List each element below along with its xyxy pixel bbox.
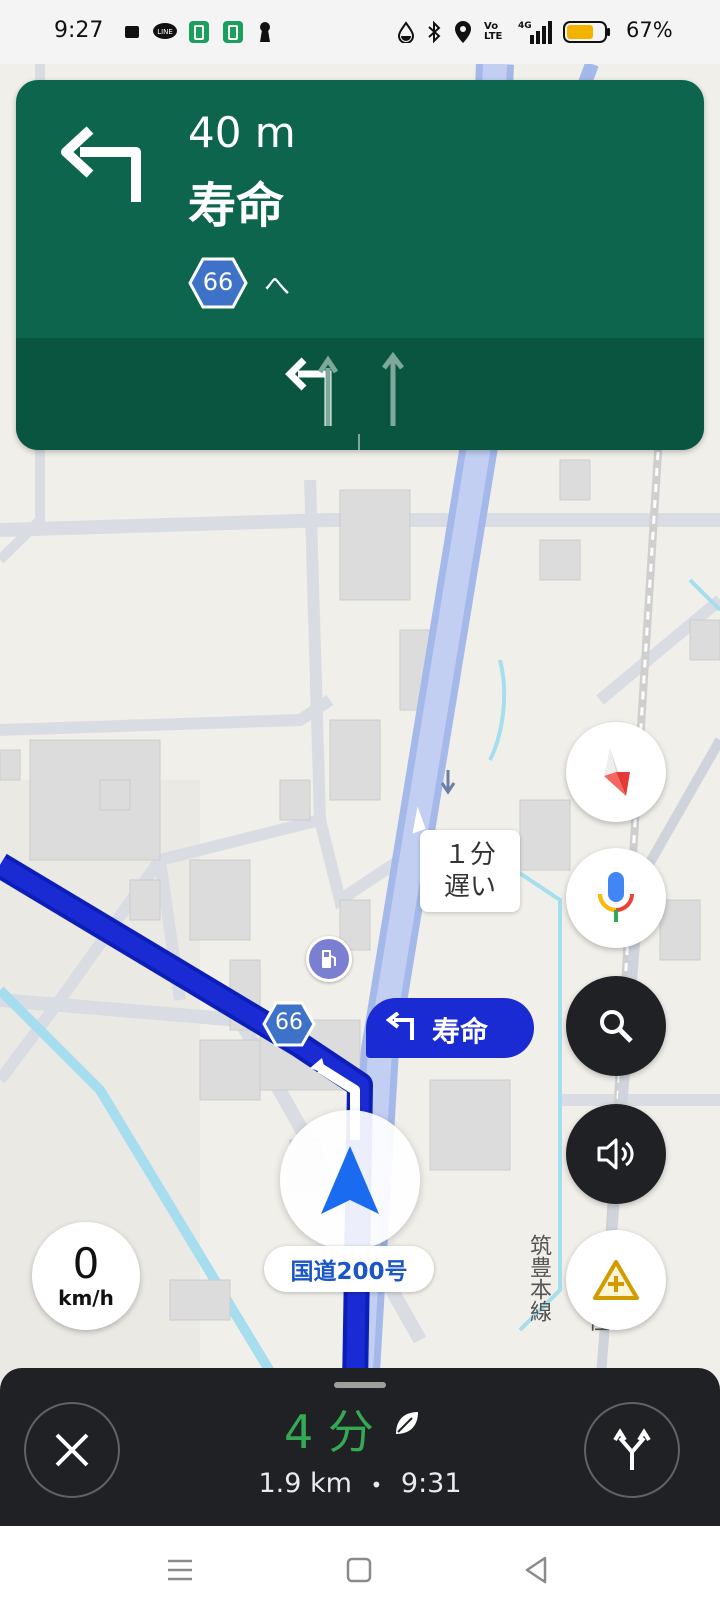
navigation-banner[interactable]: 40 m 寿命 66 へ xyxy=(16,80,704,450)
recent-apps-button[interactable] xyxy=(166,1558,194,1586)
compass-icon xyxy=(604,748,630,796)
sound-button[interactable] xyxy=(566,1104,666,1204)
trip-separator: • xyxy=(370,1473,383,1497)
volte-label: Vo LTE xyxy=(484,21,503,42)
trip-eta: 9:31 xyxy=(400,1468,462,1499)
delay-callout-line-2: 遅い xyxy=(443,872,496,902)
data-saver-icon xyxy=(396,18,416,46)
bluetooth-icon xyxy=(424,18,444,46)
route-shield-number: 66 xyxy=(202,268,234,296)
route-fork-icon xyxy=(613,1428,651,1470)
speedometer: 0 km/h xyxy=(32,1222,140,1330)
navigation-arrow-icon xyxy=(321,1146,379,1214)
app-notification-icon xyxy=(122,18,144,46)
delay-callout-line-1: １分 xyxy=(443,840,496,870)
volte-icon: Vo LTE xyxy=(484,18,508,46)
line-app-icon: LINE xyxy=(152,18,178,46)
battery-percent: 67% xyxy=(626,18,673,42)
close-icon xyxy=(55,1433,89,1467)
turn-street-name: 寿命 xyxy=(188,178,285,234)
battery-icon xyxy=(562,18,612,46)
add-report-icon xyxy=(593,1260,639,1300)
trip-distance: 1.9 km xyxy=(258,1468,352,1499)
lane-left-turn-icon xyxy=(284,348,340,432)
exit-navigation-button[interactable] xyxy=(24,1402,120,1498)
microphone-icon xyxy=(598,872,634,922)
report-incident-button[interactable] xyxy=(566,1230,666,1330)
keyhole-icon xyxy=(256,18,274,46)
svg-text:4G: 4G xyxy=(518,21,532,31)
route-direction-glyph: へ xyxy=(264,272,291,302)
trip-summary-panel[interactable]: 4 分 1.9 km • 9:31 xyxy=(0,1368,720,1526)
turn-distance: 40 m xyxy=(188,108,296,157)
search-icon xyxy=(600,1010,633,1043)
alternate-routes-button[interactable] xyxy=(584,1402,680,1498)
speed-unit: km/h xyxy=(58,1286,114,1310)
battery-app-icon xyxy=(188,18,210,46)
lane-divider xyxy=(358,434,360,450)
eco-leaf-icon xyxy=(392,1408,422,1442)
rail-label-chikuho: 筑豊本線 xyxy=(526,1234,551,1322)
current-location-marker xyxy=(280,1110,420,1250)
voice-search-button[interactable] xyxy=(566,848,666,948)
turn-label-chip[interactable]: 寿命 xyxy=(366,998,534,1058)
map-route-shield: 66 xyxy=(262,1000,316,1048)
lane-guidance xyxy=(16,338,704,450)
volume-icon xyxy=(597,1138,634,1170)
turn-left-small-icon xyxy=(385,1011,418,1046)
location-icon xyxy=(452,18,474,46)
status-time: 9:27 xyxy=(54,18,104,43)
route-shield: 66 xyxy=(188,256,248,310)
back-button[interactable] xyxy=(524,1556,548,1588)
drag-handle[interactable] xyxy=(334,1382,386,1388)
battery-app-icon-2 xyxy=(222,18,244,46)
trip-details: 1.9 km • 9:31 xyxy=(200,1468,520,1499)
compass-button[interactable] xyxy=(566,722,666,822)
search-button[interactable] xyxy=(566,976,666,1076)
signal-icon: 4G xyxy=(518,18,554,46)
svg-text:LINE: LINE xyxy=(157,28,173,36)
gas-station-icon[interactable] xyxy=(306,936,352,982)
home-button[interactable] xyxy=(346,1557,372,1587)
road-name-chip[interactable]: 国道200号 xyxy=(264,1246,434,1292)
turn-label-text: 寿命 xyxy=(432,1015,489,1048)
status-bar: 9:27 LINE Vo LTE 4G 67% xyxy=(0,0,720,64)
turn-left-icon xyxy=(56,124,148,210)
trip-duration: 4 分 xyxy=(284,1405,374,1459)
speed-value: 0 xyxy=(72,1239,100,1288)
map-route-shield-number: 66 xyxy=(275,1010,303,1035)
delay-callout[interactable]: １分 遅い xyxy=(420,830,520,912)
lane-straight-icon xyxy=(378,348,408,432)
system-navigation-bar xyxy=(0,1526,720,1612)
